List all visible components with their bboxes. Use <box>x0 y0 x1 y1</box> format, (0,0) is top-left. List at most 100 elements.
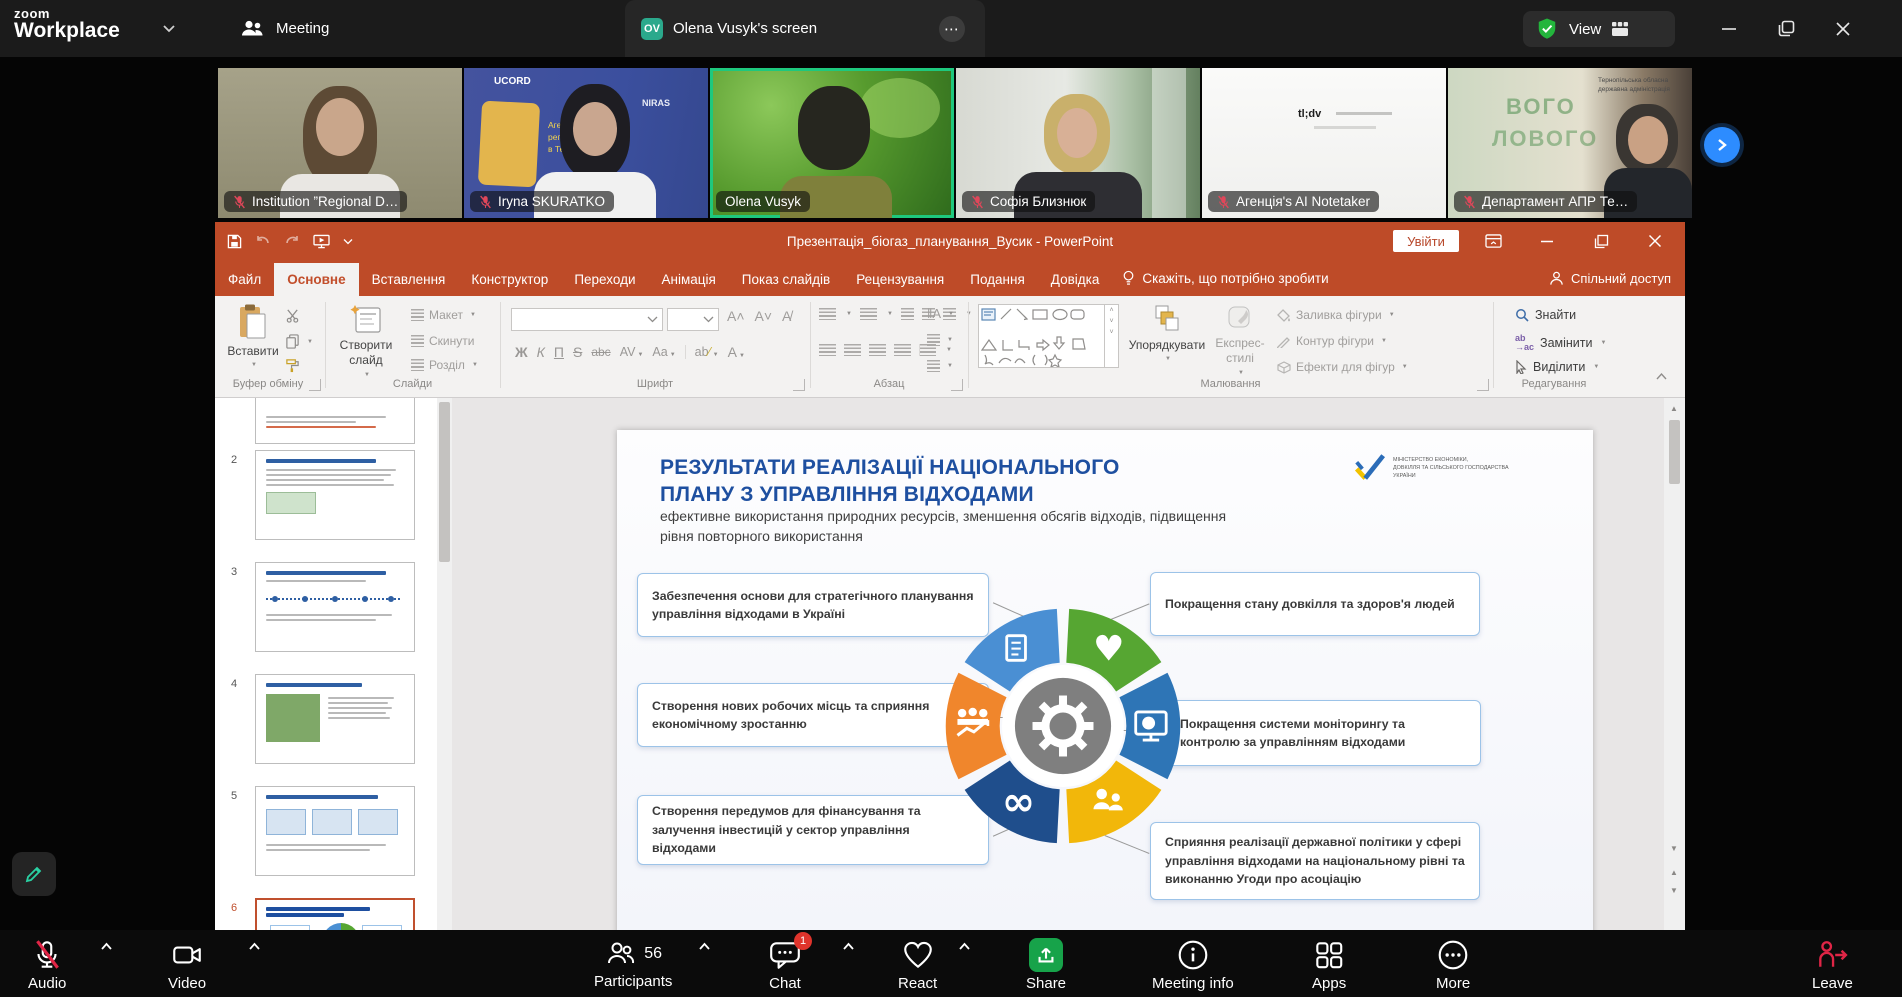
tell-me-box[interactable]: Скажіть, що потрібно зробити <box>1112 261 1338 296</box>
audio-button[interactable]: Audio <box>28 938 66 992</box>
font-dialog-launcher-icon[interactable] <box>793 379 805 391</box>
shape-fill-button[interactable]: Заливка фігури▼ <box>1277 308 1395 322</box>
underline-button[interactable]: П <box>554 344 564 360</box>
ppt-restore-button[interactable] <box>1581 222 1621 260</box>
decrease-indent-icon[interactable] <box>901 308 914 320</box>
numbering-icon[interactable] <box>860 308 877 320</box>
layout-button[interactable]: Макет▼ <box>411 308 476 322</box>
align-left-icon[interactable] <box>819 344 836 356</box>
video-options-caret[interactable] <box>248 942 261 951</box>
thumbnail-slide-5[interactable] <box>255 786 415 876</box>
tab-more-options-icon[interactable]: ⋯ <box>939 16 965 42</box>
apps-button[interactable]: Apps <box>1312 938 1346 992</box>
replace-button[interactable]: ab→acЗамінити▼ <box>1515 334 1606 352</box>
font-color-button[interactable]: А▼ <box>728 344 745 360</box>
view-control[interactable]: View <box>1523 11 1675 47</box>
slide-scrollbar[interactable]: ▲ ▼ ▲ ▼ <box>1664 398 1685 930</box>
shapes-gallery[interactable] <box>978 304 1105 368</box>
shape-effects-button[interactable]: Ефекти для фігур▼ <box>1277 360 1408 374</box>
tab-meeting[interactable]: Meeting <box>240 0 329 57</box>
paste-button[interactable]: Вставити▼ <box>225 304 281 368</box>
previous-slide-icon[interactable]: ▲ <box>1666 864 1682 880</box>
tab-slideshow[interactable]: Показ слайдів <box>729 263 843 296</box>
window-minimize-button[interactable] <box>1706 0 1752 57</box>
thumbnail-slide-1[interactable] <box>255 398 415 444</box>
chat-button[interactable]: 1 Chat <box>768 938 802 992</box>
thumbnail-slide-3[interactable] <box>255 562 415 652</box>
start-slideshow-icon[interactable] <box>313 234 330 249</box>
format-painter-icon[interactable] <box>285 358 300 373</box>
participants-options-caret[interactable] <box>698 942 711 951</box>
quick-styles-button[interactable]: Експрес-стилі▼ <box>1211 304 1269 376</box>
tab-insert[interactable]: Вставлення <box>359 263 459 296</box>
window-restore-button[interactable] <box>1763 0 1809 57</box>
thumbnail-slide-6-selected[interactable] <box>255 898 415 930</box>
align-center-icon[interactable] <box>844 344 861 356</box>
security-shield-icon[interactable] <box>1535 16 1559 42</box>
thumbnail-slide-2[interactable] <box>255 450 415 540</box>
next-slide-icon[interactable]: ▼ <box>1666 882 1682 898</box>
arrange-button[interactable]: Упорядкувати▼ <box>1127 304 1207 362</box>
audio-options-caret[interactable] <box>100 942 113 951</box>
leave-button[interactable]: Leave <box>1812 938 1853 992</box>
video-tile-sofiia[interactable]: Софія Близнюк <box>956 68 1200 218</box>
font-name-select[interactable] <box>511 308 663 331</box>
tab-shared-screen[interactable]: OV Olena Vusyk's screen ⋯ <box>625 0 985 57</box>
scroll-down-icon[interactable]: ▼ <box>1666 840 1682 856</box>
participants-button[interactable]: 56 Participants <box>594 938 672 990</box>
tab-animations[interactable]: Анімація <box>649 263 729 296</box>
shape-outline-button[interactable]: Контур фігури▼ <box>1277 334 1387 348</box>
font-size-select[interactable] <box>667 308 719 331</box>
video-tile-olena-active[interactable]: Olena Vusyk <box>710 68 954 218</box>
next-participants-button[interactable] <box>1704 127 1740 163</box>
align-text-icon[interactable]: ▼ <box>927 334 953 346</box>
meeting-info-button[interactable]: Meeting info <box>1152 938 1234 992</box>
tab-file[interactable]: Файл <box>215 263 274 296</box>
strikethrough-button[interactable]: S <box>573 344 582 360</box>
new-slide-button[interactable]: Створити слайд▼ <box>333 304 399 378</box>
align-right-icon[interactable] <box>869 344 886 356</box>
reset-button[interactable]: Скинути <box>411 334 474 348</box>
ppt-minimize-button[interactable] <box>1527 222 1567 260</box>
grow-shrink-font[interactable]: A˄A˅A̸ <box>727 308 791 324</box>
tab-design[interactable]: Конструктор <box>458 263 561 296</box>
workspace-chevron-down-icon[interactable] <box>162 24 176 33</box>
chat-options-caret[interactable] <box>842 942 855 951</box>
tab-transitions[interactable]: Переходи <box>561 263 648 296</box>
justify-icon[interactable] <box>894 344 911 356</box>
shapes-scroll[interactable]: ˄˅˅ <box>1105 304 1119 368</box>
thumbnail-scrollbar[interactable] <box>437 398 452 930</box>
paragraph-dialog-launcher-icon[interactable] <box>951 379 963 391</box>
video-tile-department[interactable]: Тернопільська обласна державна адміністр… <box>1448 68 1692 218</box>
scroll-up-icon[interactable]: ▲ <box>1666 400 1682 416</box>
tab-view[interactable]: Подання <box>957 263 1038 296</box>
italic-button[interactable]: К <box>537 344 545 360</box>
tab-help[interactable]: Довідка <box>1038 263 1113 296</box>
share-screen-button[interactable]: Share <box>1026 938 1066 992</box>
slide-canvas[interactable]: РЕЗУЛЬТАТИ РЕАЛІЗАЦІЇ НАЦІОНАЛЬНОГО ПЛАН… <box>617 430 1593 930</box>
clipboard-dialog-launcher-icon[interactable] <box>309 379 321 391</box>
ribbon-display-options-button[interactable] <box>1473 222 1513 260</box>
collapse-ribbon-icon[interactable] <box>1655 372 1668 381</box>
bold-button[interactable]: Ж <box>515 344 528 360</box>
video-button[interactable]: Video <box>168 938 206 992</box>
select-button[interactable]: Виділити▼ <box>1515 360 1599 374</box>
text-direction-icon[interactable]: ‖A▼ <box>927 306 954 321</box>
drawing-dialog-launcher-icon[interactable] <box>1477 379 1489 391</box>
smartart-convert-icon[interactable]: ▼ <box>927 360 953 372</box>
change-case-button[interactable]: Aa▼ <box>652 345 675 359</box>
thumbnail-slide-4[interactable] <box>255 674 415 764</box>
find-button[interactable]: Знайти <box>1515 308 1576 322</box>
annotation-pencil-button[interactable] <box>12 852 56 896</box>
video-tile-institution[interactable]: Institution ”Regional D… <box>218 68 462 218</box>
cut-icon[interactable] <box>285 308 300 323</box>
shadow-button[interactable]: abc <box>591 345 610 359</box>
more-button[interactable]: More <box>1436 938 1470 992</box>
bullets-icon[interactable] <box>819 308 836 320</box>
tab-review[interactable]: Рецензування <box>843 263 957 296</box>
save-icon[interactable] <box>227 234 242 249</box>
customize-qat-chevron-icon[interactable] <box>343 238 353 245</box>
sign-in-button[interactable]: Увійти <box>1393 230 1459 252</box>
video-tile-iryna[interactable]: UCORD NIRAS Агенці регіона в Терноп Iryn… <box>464 68 708 218</box>
redo-icon[interactable] <box>284 235 300 248</box>
